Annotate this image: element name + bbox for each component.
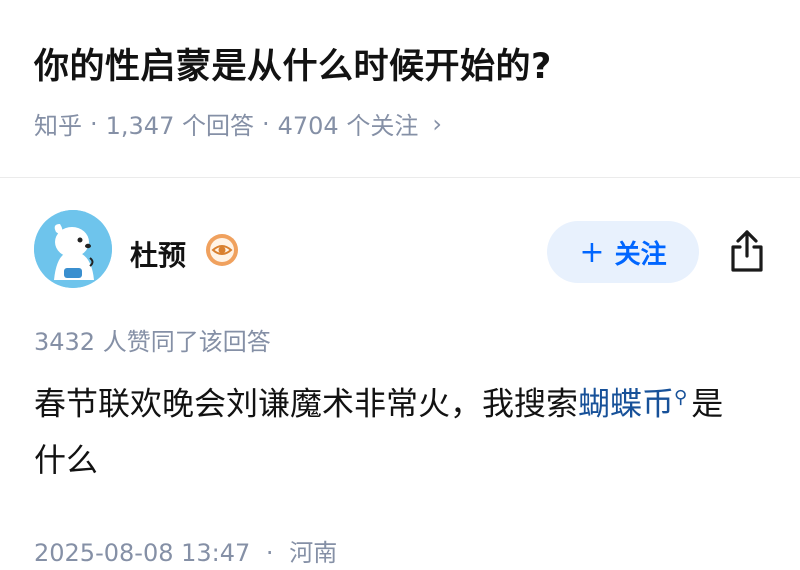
question-title[interactable]: 你的性启蒙是从什么时候开始的? [34, 38, 552, 89]
divider [0, 177, 800, 178]
eye-badge-icon [206, 234, 238, 266]
answer-body[interactable]: 春节联欢晚会刘谦魔术非常火，我搜索蝴蝶币⚲ 是什么 [34, 370, 754, 488]
plus-icon: + [579, 234, 605, 270]
followers-count: 4704 个关注 [277, 112, 419, 140]
separator-dot: · [261, 109, 270, 138]
search-icon[interactable]: ⚲ [674, 387, 687, 408]
chevron-right-icon[interactable]: › [432, 110, 442, 138]
author-avatar[interactable] [34, 210, 112, 288]
answer-text: 春节联欢晚会刘谦魔术非常火，我搜索 [34, 384, 579, 423]
location: 河南 [289, 539, 338, 567]
author-name[interactable]: 杜预 [130, 234, 186, 274]
follow-button[interactable]: + 关注 [547, 221, 699, 283]
upvote-count: 3432 人赞同了该回答 [34, 328, 271, 356]
source-label: 知乎 [34, 112, 82, 140]
answers-count: 1,347 个回答 [105, 112, 254, 140]
separator-dot: · [265, 539, 274, 567]
share-icon[interactable] [727, 228, 767, 274]
question-meta[interactable]: 知乎 · 1,347 个回答 · 4704 个关注 › [34, 106, 442, 141]
timestamp: 2025-08-08 13:47 [34, 539, 251, 567]
separator-dot: · [90, 109, 98, 138]
follow-label: 关注 [614, 239, 667, 270]
cartoon-dog-avatar-icon [34, 210, 112, 288]
answer-footer: 2025-08-08 13:47 · 河南 [34, 533, 337, 568]
search-link[interactable]: 蝴蝶币 [578, 385, 674, 423]
